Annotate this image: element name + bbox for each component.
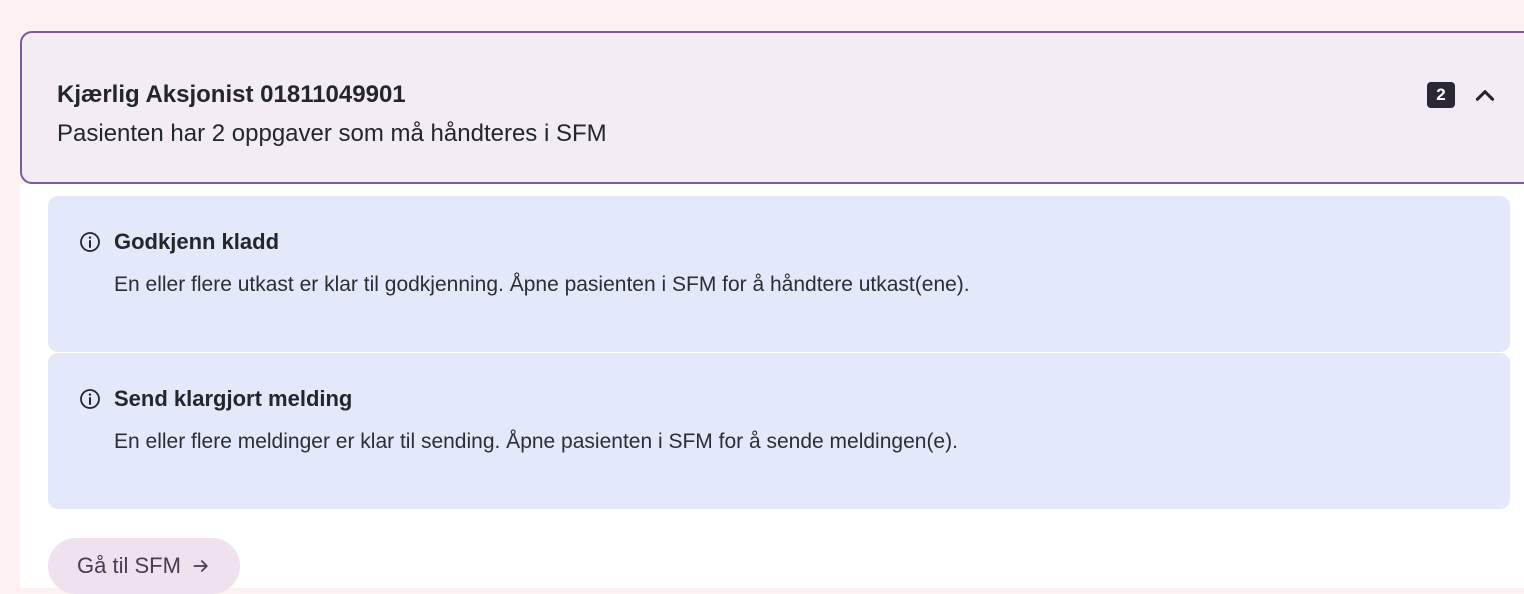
patient-header[interactable]: Kjærlig Aksjonist 01811049901 Pasienten … <box>20 31 1524 184</box>
chevron-up-icon[interactable] <box>1472 83 1498 109</box>
task-description: En eller flere meldinger er klar til sen… <box>114 430 958 453</box>
goto-sfm-button[interactable]: Gå til SFM <box>48 538 240 594</box>
task-card: Godkjenn kladd En eller flere utkast er … <box>48 196 1510 352</box>
task-count-badge: 2 <box>1427 82 1455 108</box>
task-title: Godkjenn kladd <box>114 229 280 254</box>
arrow-right-icon <box>193 560 208 572</box>
patient-name: Kjærlig Aksjonist 01811049901 <box>57 81 406 108</box>
task-title: Send klargjort melding <box>114 386 353 411</box>
goto-sfm-label: Gå til SFM <box>77 553 181 578</box>
info-icon <box>80 232 100 252</box>
patient-task-summary: Pasienten har 2 oppgaver som må håndtere… <box>57 120 607 147</box>
info-icon <box>80 389 100 409</box>
task-card: Send klargjort melding En eller flere me… <box>48 353 1510 509</box>
task-description: En eller flere utkast er klar til godkje… <box>114 273 970 296</box>
